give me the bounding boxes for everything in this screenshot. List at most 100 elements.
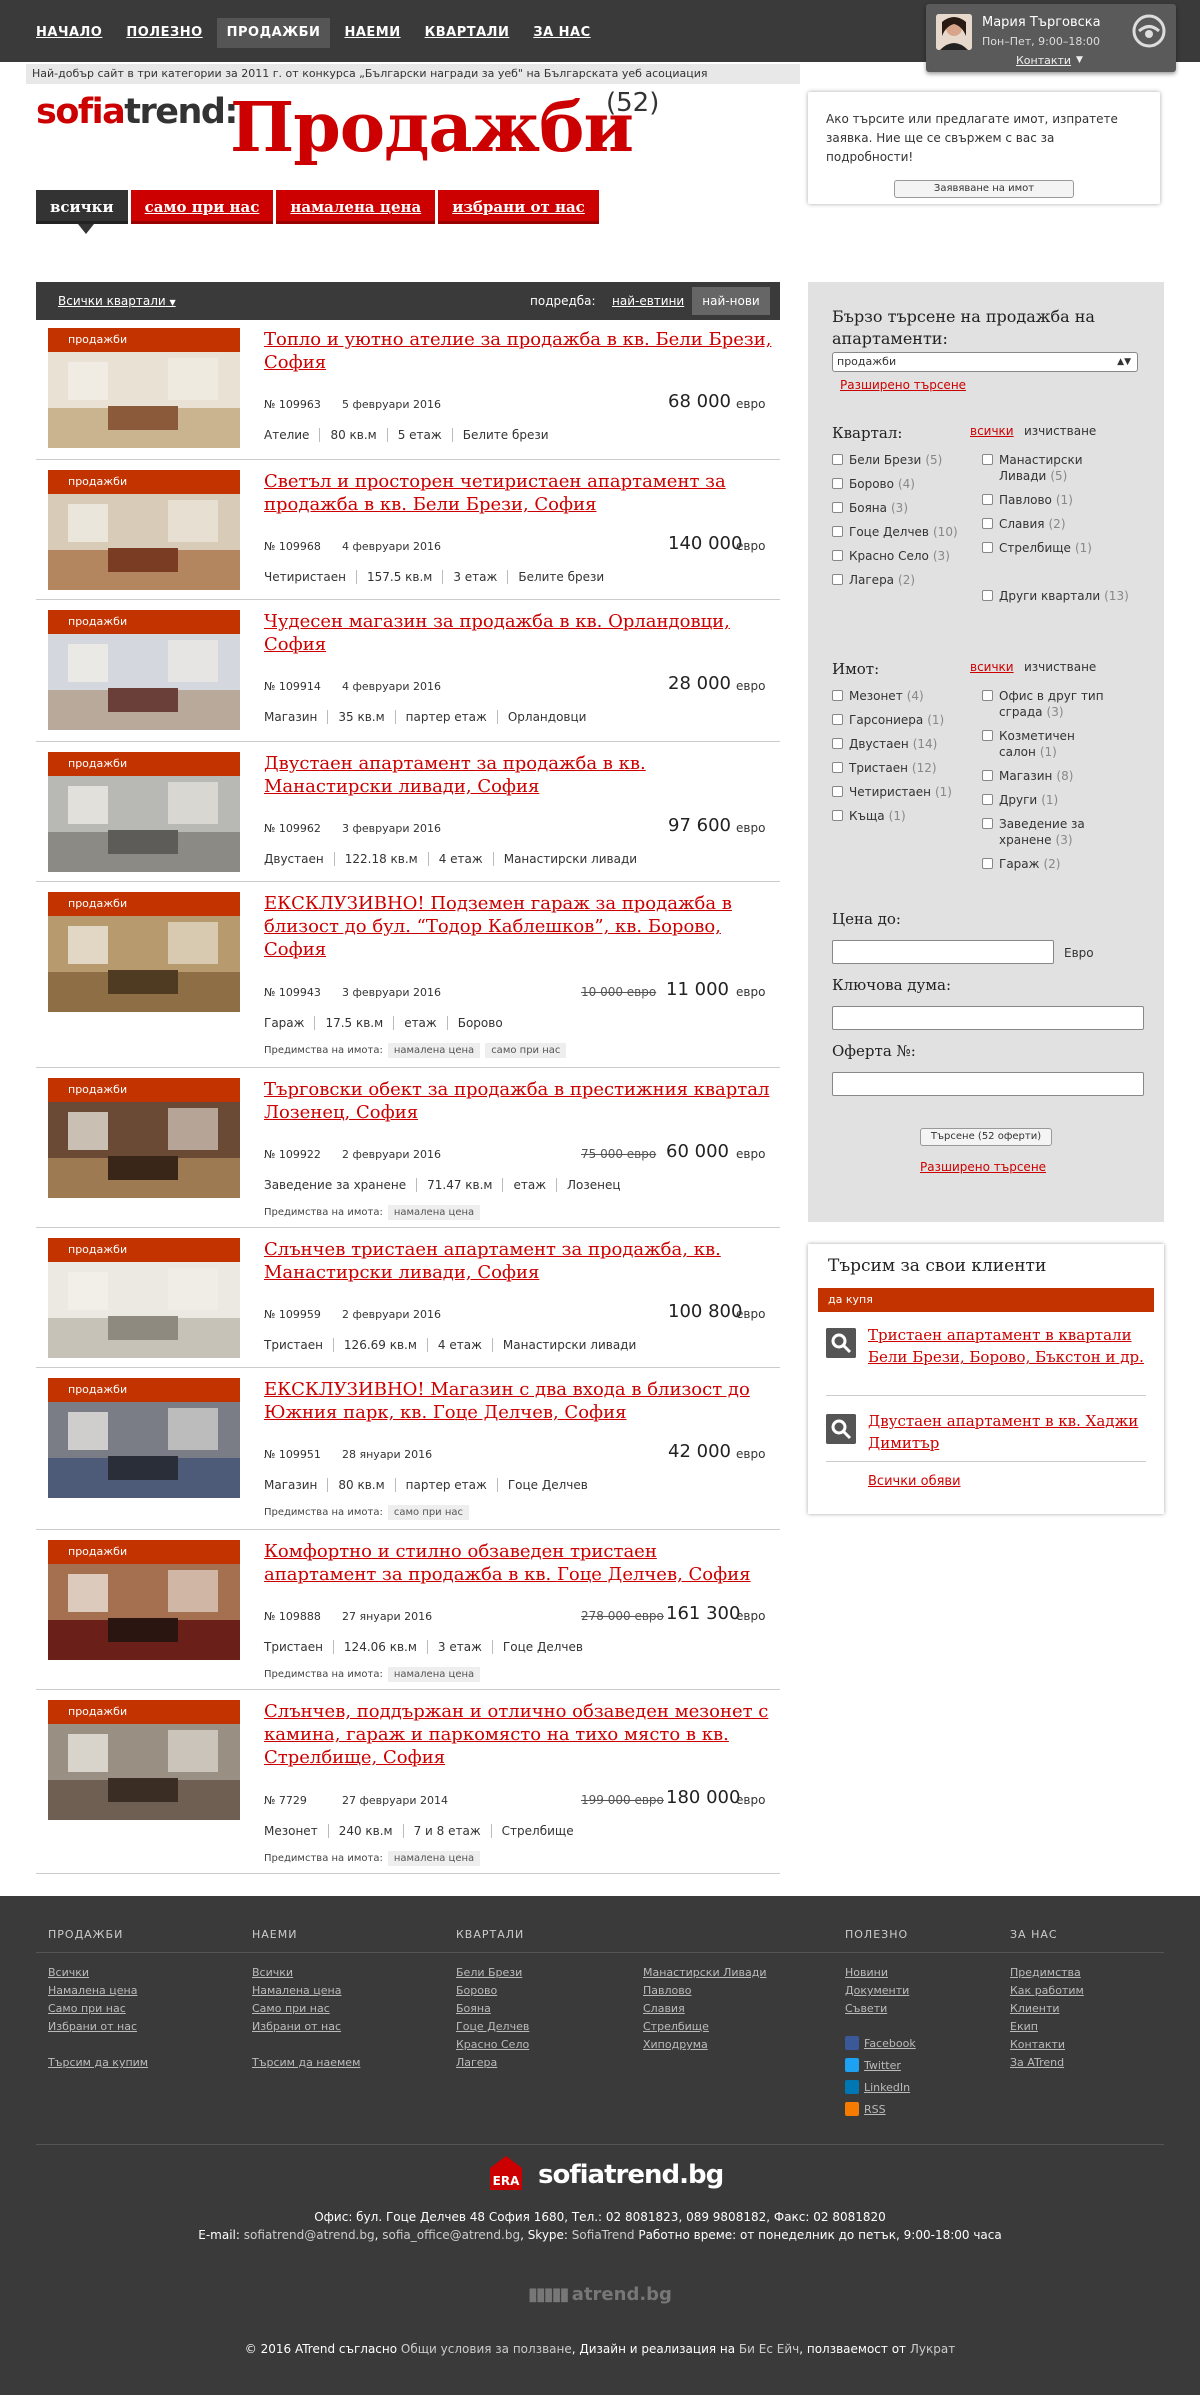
checkbox-districts_left[interactable]: Красно Село (3) [832,548,982,564]
listing-title[interactable]: Слънчев тристаен апартамент за продажба,… [264,1238,774,1284]
footer-logo[interactable]: ERA sofiatrend.bg [488,2154,724,2204]
checkbox-box[interactable] [832,526,843,537]
listing-photo[interactable]: продажби [48,752,240,872]
checkbox-box[interactable] [832,738,843,749]
footer-link[interactable]: За ATrend [1010,2056,1064,2069]
footer-link[interactable]: Предимства [1010,1966,1081,1979]
footer-link[interactable]: Манастирски Ливади [643,1966,767,1979]
listing-photo[interactable]: продажби [48,470,240,590]
listing-title[interactable]: Слънчев, поддържан и отлично обзаведен м… [264,1700,774,1769]
request-button[interactable]: Заявяване на имот [894,180,1074,198]
nav-rents[interactable]: НАЕМИ [334,18,410,48]
checkbox-props_left[interactable]: Мезонет (4) [832,688,982,704]
wanted-item[interactable]: Тристаен апартамент в квартали Бели Брез… [826,1324,1146,1396]
chat-icon[interactable] [1132,14,1166,48]
tab-all[interactable]: всички [36,190,128,234]
nav-useful[interactable]: ПОЛЕЗНО [116,18,212,48]
ux-link[interactable]: Лукрат [910,2342,955,2356]
keyword-input[interactable] [832,1006,1144,1030]
checkbox-box[interactable] [982,454,993,465]
footer-link[interactable]: Намалена цена [48,1984,137,1997]
footer-link[interactable]: Новини [845,1966,888,1979]
listing-photo[interactable]: продажби [48,1238,240,1358]
social-link[interactable]: Facebook [845,2036,916,2050]
checkbox-box[interactable] [832,478,843,489]
designer-link[interactable]: Би Ес Ейч [739,2342,799,2356]
checkbox-box[interactable] [832,502,843,513]
social-link[interactable]: Twitter [845,2058,901,2072]
checkbox-box[interactable] [982,518,993,529]
checkbox-districts_right[interactable]: Стрелбище (1) [982,540,1132,556]
checkbox-props_right[interactable]: Заведение за хранене (3) [982,816,1132,848]
checkbox-box[interactable] [832,550,843,561]
listing-title[interactable]: Светъл и просторен четиристаен апартамен… [264,470,774,516]
checkbox-box[interactable] [832,574,843,585]
checkbox-districts_left[interactable]: Лагера (2) [832,572,982,588]
wanted-item[interactable]: Двустаен апартамент в кв. Хаджи Димитър [826,1410,1146,1462]
nav-districts[interactable]: КВАРТАЛИ [415,18,520,48]
search-button[interactable]: Търсене (52 оферти) [920,1128,1052,1146]
footer-link[interactable]: Контакти [1010,2038,1065,2051]
footer-link[interactable]: Хиподрума [643,2038,708,2051]
checkbox-props_right[interactable]: Други (1) [982,792,1132,808]
social-link[interactable]: RSS [845,2102,886,2116]
checkbox-props_left[interactable]: Гарсониера (1) [832,712,982,728]
terms-link[interactable]: Общи условия за ползване [401,2342,572,2356]
footer-link[interactable]: Бояна [456,2002,491,2015]
checkbox-props_right[interactable]: Козметичен салон (1) [982,728,1132,760]
price-input[interactable] [832,940,1054,964]
checkbox-box[interactable] [982,794,993,805]
footer-link[interactable]: Лагера [456,2056,497,2069]
checkbox-box[interactable] [982,590,993,601]
checkbox-box[interactable] [982,818,993,829]
checkbox-box[interactable] [832,762,843,773]
advanced-search-link-bottom[interactable]: Разширено търсене [920,1160,1046,1174]
checkbox-districts_right[interactable]: Славия (2) [982,516,1132,532]
footer-link[interactable]: Клиенти [1010,2002,1060,2015]
award-link[interactable]: конкурса „Български награди за уеб" [302,67,523,80]
district-select-all[interactable]: всички [970,424,1014,438]
footer-link[interactable]: Само при нас [252,2002,330,2015]
site-logo[interactable]: sofiatrend: [36,92,238,132]
listing-title[interactable]: Търговски обект за продажба в престижния… [264,1078,774,1124]
footer-link[interactable]: Намалена цена [252,1984,341,1997]
footer-link[interactable]: Всички [252,1966,293,1979]
checkbox-box[interactable] [832,454,843,465]
property-clear[interactable]: изчистване [1024,660,1096,674]
checkbox-box[interactable] [982,770,993,781]
wanted-item-link[interactable]: Двустаен апартамент в кв. Хаджи Димитър [868,1410,1148,1454]
offer-number-input[interactable] [832,1072,1144,1096]
footer-link[interactable]: Красно Село [456,2038,529,2051]
nav-about[interactable]: ЗА НАС [523,18,600,48]
footer-link[interactable]: Стрелбище [643,2020,709,2033]
checkbox-box[interactable] [832,690,843,701]
footer-link[interactable]: Всички [48,1966,89,1979]
checkbox-districts_left[interactable]: Бояна (3) [832,500,982,516]
tab-selected[interactable]: избрани от нас [438,190,599,224]
checkbox-box[interactable] [982,690,993,701]
footer-link[interactable]: Избрани от нас [252,2020,341,2033]
footer-link[interactable]: Гоце Делчев [456,2020,529,2033]
atrend-logo[interactable]: ▮▮▮▮▮ atrend.bg [528,2284,678,2308]
footer-link[interactable]: Търсим да наемем [252,2056,360,2069]
listing-photo[interactable]: продажби [48,1540,240,1660]
sort-newest[interactable]: най-нови [692,287,770,315]
checkbox-districts_left[interactable]: Бели Брези (5) [832,452,982,468]
checkbox-box[interactable] [982,494,993,505]
listing-title[interactable]: ЕКСКЛУЗИВНО! Магазин с два входа в близо… [264,1378,774,1424]
checkbox-box[interactable] [832,810,843,821]
skype-link[interactable]: SofiaTrend [572,2228,635,2242]
listing-title[interactable]: Топло и уютно ателие за продажба в кв. Б… [264,328,774,374]
all-wanted-link[interactable]: Всички обяви [868,1474,961,1489]
listing-title[interactable]: Чудесен магазин за продажба в кв. Орланд… [264,610,774,656]
tab-exclusive[interactable]: само при нас [130,190,274,224]
neighborhood-dropdown[interactable]: Всички квартали ▼ [58,294,176,308]
email-link-2[interactable]: sofia_office@atrend.bg [382,2228,520,2242]
sort-cheapest[interactable]: най-евтини [612,294,684,308]
listing-photo[interactable]: продажби [48,1078,240,1198]
footer-link[interactable]: Избрани от нас [48,2020,137,2033]
footer-link[interactable]: Как работим [1010,1984,1084,1997]
footer-link[interactable]: Борово [456,1984,497,1997]
advanced-search-link[interactable]: Разширено търсене [840,378,966,392]
footer-link[interactable]: Само при нас [48,2002,126,2015]
